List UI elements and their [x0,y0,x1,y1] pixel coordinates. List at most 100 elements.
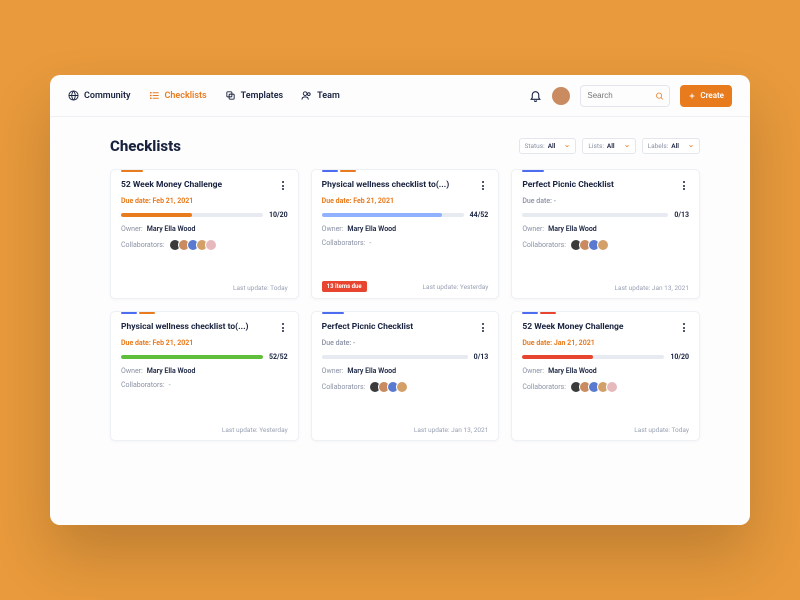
card-head: 52 Week Money Challenge [121,180,288,191]
create-button[interactable]: Create [680,85,732,107]
kebab-icon[interactable] [679,322,689,332]
filter-labels[interactable]: Labels: All [642,138,700,154]
owner-row: Owner:Mary Ella Wood [121,367,288,375]
topbar-right: Create [529,85,732,107]
card-head: Physical wellness checklist to(...) [121,322,288,333]
last-update: Last update: Yesterday [222,426,288,434]
card-footer: Last update: Yesterday [121,426,288,434]
progress-row: 0/13 [322,353,489,361]
avatar[interactable] [606,381,618,393]
kebab-icon[interactable] [478,322,488,332]
card-title: Physical wellness checklist to(...) [121,322,278,333]
collaborator-avatars [169,239,217,251]
avatar[interactable] [597,239,609,251]
card-head: Perfect Picnic Checklist [522,180,689,191]
owner-row: Owner:Mary Ella Wood [322,367,489,375]
kebab-icon[interactable] [679,180,689,190]
collaborators-row: Collaborators: [522,239,689,251]
collaborators-none: - [169,381,171,389]
checklist-grid: 52 Week Money Challenge Due date: Feb 21,… [110,169,700,441]
users-icon [301,90,312,101]
nav-templates[interactable]: Templates [225,90,284,101]
kebab-icon[interactable] [278,322,288,332]
filter-value: All [671,142,679,150]
due-date: Due date: - [322,339,489,347]
owner-name: Mary Ella Wood [548,367,597,375]
avatar[interactable] [205,239,217,251]
checklist-card[interactable]: Physical wellness checklist to(...) Due d… [311,169,500,299]
copy-icon [225,90,236,101]
filters: Status: All Lists: All Labels: All [519,138,700,154]
progress-bar [522,355,664,359]
kebab-icon[interactable] [278,180,288,190]
nav-label: Team [317,91,340,101]
progress-count: 0/13 [474,353,489,361]
collaborators-label: Collaborators: [522,241,566,249]
card-title: Perfect Picnic Checklist [322,322,479,333]
nav-community[interactable]: Community [68,90,131,101]
owner-name: Mary Ella Wood [347,225,396,233]
collaborators-row: Collaborators:- [322,239,489,247]
collaborators-row: Collaborators: [322,381,489,393]
progress-count: 10/20 [269,211,288,219]
progress-row: 44/52 [322,211,489,219]
filter-status[interactable]: Status: All [519,138,577,154]
last-update: Last update: Today [233,284,288,292]
nav-label: Templates [241,91,284,101]
progress-bar [121,355,263,359]
last-update: Last update: Today [634,426,689,434]
list-icon [149,90,160,101]
collaborators-label: Collaborators: [322,383,366,391]
search-input[interactable] [587,91,654,100]
owner-label: Owner: [522,225,544,233]
owner-row: Owner:Mary Ella Wood [522,367,689,375]
card-footer: Last update: Today [121,284,288,292]
progress-count: 10/20 [670,353,689,361]
card-title: Perfect Picnic Checklist [522,180,679,191]
card-accent [121,170,143,172]
collaborators-label: Collaborators: [121,381,165,389]
checklist-card[interactable]: Perfect Picnic ChecklistDue date: -0/13O… [511,169,700,299]
checklist-card[interactable]: Physical wellness checklist to(...)Due d… [110,311,299,441]
create-label: Create [700,91,724,100]
owner-row: Owner:Mary Ella Wood [522,225,689,233]
owner-label: Owner: [322,225,344,233]
last-update: Last update: Yesterday [423,283,489,291]
nav-checklists[interactable]: Checklists [149,90,207,101]
globe-icon [68,90,79,101]
card-title: 52 Week Money Challenge [522,322,679,333]
nav-label: Community [84,91,131,101]
owner-label: Owner: [121,367,143,375]
collaborators-row: Collaborators:- [121,381,288,389]
progress-bar [121,213,263,217]
card-title: Physical wellness checklist to(...) [322,180,479,191]
topbar: Community Checklists Templates Team [50,75,750,117]
checklist-card[interactable]: Perfect Picnic Checklist Due date: - 0/13 O… [311,311,500,441]
due-date: Due date: Feb 21, 2021 [121,197,288,205]
filter-lists[interactable]: Lists: All [582,138,635,154]
collaborator-avatars [570,239,609,251]
bell-icon[interactable] [529,89,542,102]
kebab-icon[interactable] [478,180,488,190]
filter-label: Labels: [648,142,669,150]
progress-row: 10/20 [522,353,689,361]
avatar[interactable] [396,381,408,393]
nav-label: Checklists [165,91,207,101]
search-box[interactable] [580,85,670,107]
due-date: Due date: Feb 21, 2021 [322,197,489,205]
checklist-card[interactable]: 52 Week Money Challenge Due date: Feb 21,… [110,169,299,299]
card-accent [522,170,544,172]
nav-team[interactable]: Team [301,90,340,101]
collaborators-label: Collaborators: [121,241,165,249]
card-title: 52 Week Money Challenge [121,180,278,191]
progress-count: 0/13 [674,211,689,219]
collaborators-row: Collaborators: [121,239,288,251]
checklist-card[interactable]: 52 Week Money ChallengeDue date: Jan 21,… [511,311,700,441]
card-footer: Last update: Today [522,426,689,434]
card-head: Physical wellness checklist to(...) [322,180,489,191]
owner-row: Owner:Mary Ella Wood [322,225,489,233]
collaborator-avatars [570,381,618,393]
plus-icon [688,92,696,100]
owner-row: Owner:Mary Ella Wood [121,225,288,233]
avatar[interactable] [552,87,570,105]
